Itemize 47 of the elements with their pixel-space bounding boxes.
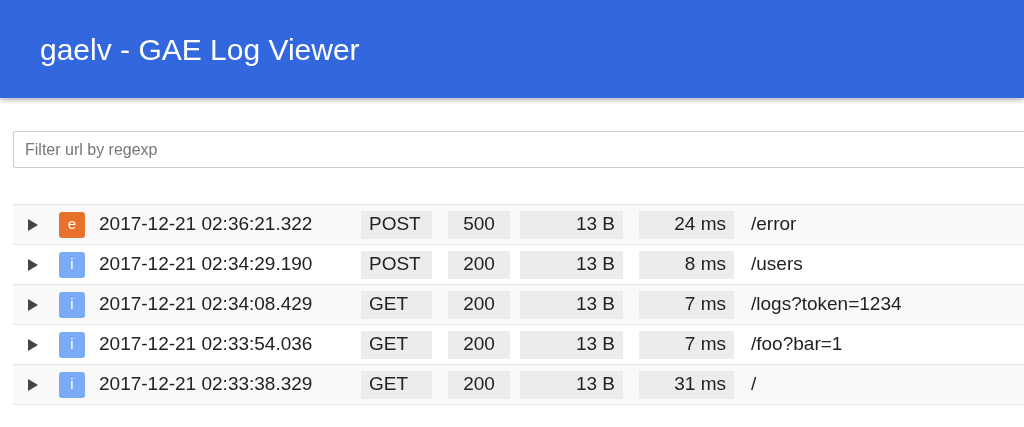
log-row[interactable]: i 2017-12-21 02:33:54.036 GET 200 13 B 7 ms /foo?bar=1 xyxy=(13,325,1024,365)
expand-arrow-icon[interactable] xyxy=(28,298,38,311)
filter-field[interactable]: Filter url by regexp xyxy=(13,131,1024,168)
log-row[interactable]: i 2017-12-21 02:33:38.329 GET 200 13 B 31 ms / xyxy=(13,365,1024,405)
request-path: /error xyxy=(751,212,797,237)
severity-badge: i xyxy=(59,331,85,358)
severity-badge: i xyxy=(59,291,85,318)
request-path: /logs?token=1234 xyxy=(751,292,902,317)
duration: 7 ms xyxy=(639,330,734,359)
request-path: /users xyxy=(751,252,803,277)
expand-arrow-icon[interactable] xyxy=(28,378,38,391)
response-size: 13 B xyxy=(520,290,623,319)
timestamp: 2017-12-21 02:33:54.036 xyxy=(99,332,314,357)
duration: 8 ms xyxy=(639,250,734,279)
app-title: gaelv - GAE Log Viewer xyxy=(40,31,360,68)
log-row[interactable]: i 2017-12-21 02:34:08.429 GET 200 13 B 7 ms /logs?token=1234 xyxy=(13,285,1024,325)
http-method: GET xyxy=(361,370,432,399)
status-code: 200 xyxy=(448,250,510,279)
status-code: 200 xyxy=(448,370,510,399)
timestamp: 2017-12-21 02:34:29.190 xyxy=(99,252,314,277)
response-size: 13 B xyxy=(520,370,623,399)
timestamp: 2017-12-21 02:34:08.429 xyxy=(99,292,314,317)
request-path: /foo?bar=1 xyxy=(751,332,843,357)
response-size: 13 B xyxy=(520,330,623,359)
timestamp: 2017-12-21 02:33:38.329 xyxy=(99,372,314,397)
log-row[interactable]: e 2017-12-21 02:36:21.322 POST 500 13 B 24 ms /error xyxy=(13,205,1024,245)
severity-badge: e xyxy=(59,211,85,238)
response-size: 13 B xyxy=(520,210,623,239)
status-code: 200 xyxy=(448,330,510,359)
severity-badge: i xyxy=(59,251,85,278)
duration: 7 ms xyxy=(639,290,734,319)
http-method: GET xyxy=(361,330,432,359)
expand-arrow-icon[interactable] xyxy=(28,338,38,351)
status-code: 200 xyxy=(448,290,510,319)
timestamp: 2017-12-21 02:36:21.322 xyxy=(99,212,314,237)
expand-arrow-icon[interactable] xyxy=(28,258,38,271)
log-row[interactable]: i 2017-12-21 02:34:29.190 POST 200 13 B 8 ms /users xyxy=(13,245,1024,285)
http-method: POST xyxy=(361,210,432,239)
status-code: 500 xyxy=(448,210,510,239)
http-method: GET xyxy=(361,290,432,319)
response-size: 13 B xyxy=(520,250,623,279)
duration: 31 ms xyxy=(639,370,734,399)
duration: 24 ms xyxy=(639,210,734,239)
request-path: / xyxy=(751,372,757,397)
http-method: POST xyxy=(361,250,432,279)
severity-badge: i xyxy=(59,371,85,398)
expand-arrow-icon[interactable] xyxy=(28,218,38,231)
